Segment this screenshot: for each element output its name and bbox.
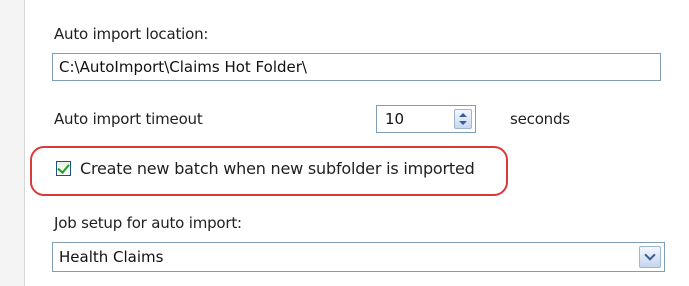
checkmark-icon <box>57 161 70 174</box>
settings-panel: Auto import location: Auto import timeou… <box>0 0 689 286</box>
create-batch-label[interactable]: Create new batch when new subfolder is i… <box>80 159 475 178</box>
arrow-down-icon[interactable] <box>459 121 467 125</box>
auto-import-timeout-spinner[interactable]: 10 <box>376 105 476 133</box>
panel-left-border <box>0 0 25 286</box>
arrow-up-icon[interactable] <box>459 113 467 117</box>
chevron-glyph <box>644 249 656 261</box>
job-setup-select[interactable]: Health Claims <box>52 242 665 272</box>
chevron-down-icon[interactable] <box>639 246 661 268</box>
auto-import-timeout-value[interactable]: 10 <box>385 110 404 128</box>
auto-import-timeout-label: Auto import timeout <box>54 110 203 128</box>
auto-import-location-input[interactable] <box>53 54 660 80</box>
job-setup-selected-value[interactable]: Health Claims <box>59 248 163 266</box>
job-setup-label: Job setup for auto import: <box>54 214 242 232</box>
auto-import-location-field[interactable] <box>52 53 661 81</box>
auto-import-location-label: Auto import location: <box>54 25 209 43</box>
up-down-arrows-icon[interactable] <box>454 109 472 129</box>
auto-import-timeout-unit: seconds <box>510 110 570 128</box>
create-batch-checkbox[interactable] <box>56 161 71 176</box>
